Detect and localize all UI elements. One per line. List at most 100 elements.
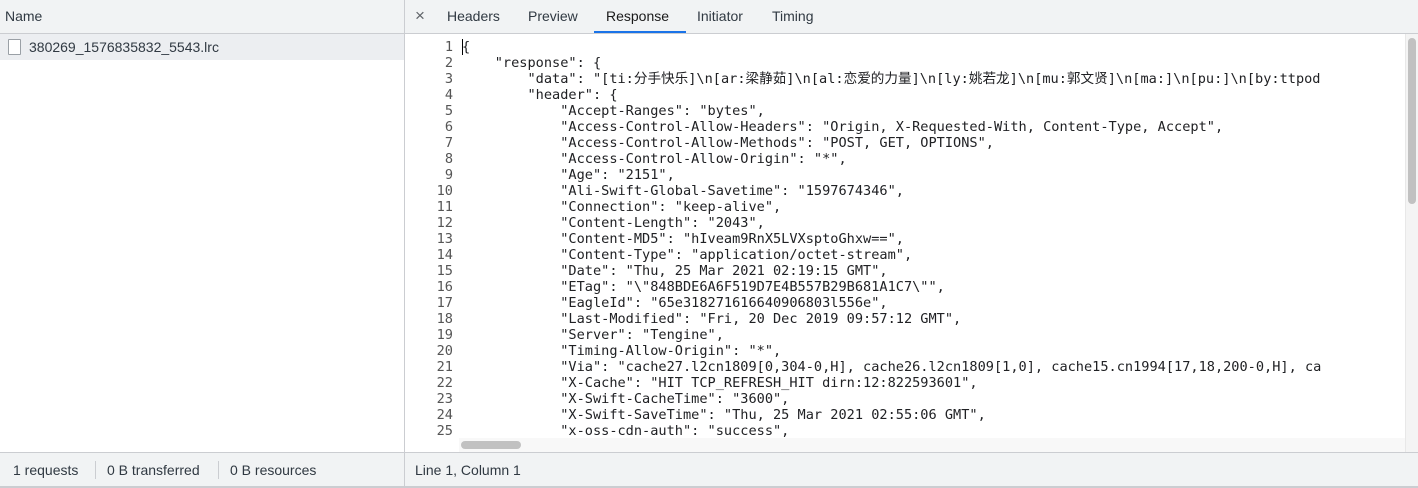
line-number: 23 — [436, 391, 453, 407]
resources-size: 0 B resources — [230, 462, 317, 478]
requests-count: 1 requests — [13, 462, 79, 478]
code-text: "Timing-Allow-Origin": "*", — [462, 343, 782, 359]
code-line: 7 "Access-Control-Allow-Methods": "POST,… — [405, 135, 1405, 151]
line-number: 19 — [436, 327, 453, 343]
request-name: 380269_1576835832_5543.lrc — [29, 39, 219, 55]
network-summary-bar: 1 requests 0 B transferred 0 B resources — [0, 452, 404, 487]
code-line: 9 "Age": "2151", — [405, 167, 1405, 183]
code-text: "Via": "cache27.l2cn1809[0,304-0,H], cac… — [462, 359, 1322, 375]
code-line: 8 "Access-Control-Allow-Origin": "*", — [405, 151, 1405, 167]
line-number: 17 — [436, 295, 453, 311]
horizontal-scrollbar[interactable] — [459, 438, 1405, 452]
code-text: "EagleId": "65e318271616640906803l556e", — [462, 295, 888, 311]
details-tab-bar: × Headers Preview Response Initiator Tim… — [405, 0, 1418, 34]
line-number: 2 — [444, 55, 453, 71]
close-icon[interactable]: × — [415, 6, 425, 26]
code-text: "Access-Control-Allow-Methods": "POST, G… — [462, 135, 994, 151]
divider — [95, 461, 96, 479]
tab-timing[interactable]: Timing — [772, 8, 814, 24]
line-number: 5 — [444, 103, 453, 119]
code-line: 10 "Ali-Swift-Global-Savetime": "1597674… — [405, 183, 1405, 199]
code-text: "X-Swift-CacheTime": "3600", — [462, 391, 790, 407]
cursor-position: Line 1, Column 1 — [415, 462, 521, 478]
code-line: 22 "X-Cache": "HIT TCP_REFRESH_HIT dirn:… — [405, 375, 1405, 391]
editor-status-bar: Line 1, Column 1 — [405, 452, 1418, 487]
code-line: 11 "Connection": "keep-alive", — [405, 199, 1405, 215]
line-number: 24 — [436, 407, 453, 423]
code-text: "X-Swift-SaveTime": "Thu, 25 Mar 2021 02… — [462, 407, 986, 423]
line-number: 10 — [436, 183, 453, 199]
code-line: 16 "ETag": "\"848BDE6A6F519D7E4B557B29B6… — [405, 279, 1405, 295]
code-text: "Access-Control-Allow-Origin": "*", — [462, 151, 847, 167]
line-number: 4 — [444, 87, 453, 103]
code-text: "x-oss-cdn-auth": "success", — [462, 423, 790, 438]
line-number: 18 — [436, 311, 453, 327]
line-number: 25 — [436, 423, 453, 438]
code-line: 14 "Content-Type": "application/octet-st… — [405, 247, 1405, 263]
code-line: 19 "Server": "Tengine", — [405, 327, 1405, 343]
code-text: "Last-Modified": "Fri, 20 Dec 2019 09:57… — [462, 311, 962, 327]
code-line: 18 "Last-Modified": "Fri, 20 Dec 2019 09… — [405, 311, 1405, 327]
line-number: 22 — [436, 375, 453, 391]
horizontal-scroll-thumb[interactable] — [461, 441, 521, 449]
code-text: "Content-Type": "application/octet-strea… — [462, 247, 913, 263]
code-line: 24 "X-Swift-SaveTime": "Thu, 25 Mar 2021… — [405, 407, 1405, 423]
code-text: "Server": "Tengine", — [462, 327, 724, 343]
line-number: 14 — [436, 247, 453, 263]
tab-headers[interactable]: Headers — [447, 8, 500, 24]
code-text: "Ali-Swift-Global-Savetime": "1597674346… — [462, 183, 904, 199]
request-row[interactable]: 380269_1576835832_5543.lrc — [0, 34, 404, 60]
code-line: 1{ — [405, 39, 1405, 55]
tab-response[interactable]: Response — [606, 8, 669, 24]
transferred-size: 0 B transferred — [107, 462, 200, 478]
code-text: "Age": "2151", — [462, 167, 675, 183]
name-column-header[interactable]: Name — [0, 0, 404, 34]
line-number: 16 — [436, 279, 453, 295]
line-number: 1 — [444, 39, 453, 55]
name-column-label: Name — [5, 8, 43, 24]
line-number: 20 — [436, 343, 453, 359]
code-text: "response": { — [462, 55, 602, 71]
line-number: 8 — [444, 151, 453, 167]
line-number: 15 — [436, 263, 453, 279]
line-number: 21 — [436, 359, 453, 375]
code-line: 20 "Timing-Allow-Origin": "*", — [405, 343, 1405, 359]
code-line: 5 "Accept-Ranges": "bytes", — [405, 103, 1405, 119]
code-line: 23 "X-Swift-CacheTime": "3600", — [405, 391, 1405, 407]
request-details-panel: × Headers Preview Response Initiator Tim… — [405, 0, 1418, 488]
line-number: 11 — [436, 199, 453, 215]
code-text: { — [462, 39, 471, 55]
line-number: 13 — [436, 231, 453, 247]
code-line: 25 "x-oss-cdn-auth": "success", — [405, 423, 1405, 438]
code-text: "data": "[ti:分手快乐]\n[ar:梁静茹]\n[al:恋爱的力量]… — [462, 71, 1321, 87]
response-code-viewer[interactable]: 1{2 "response": {3 "data": "[ti:分手快乐]\n[… — [405, 34, 1405, 438]
file-icon — [8, 39, 21, 55]
code-text: "Accept-Ranges": "bytes", — [462, 103, 765, 119]
active-tab-indicator — [594, 31, 686, 33]
code-text: "Content-MD5": "hIveam9RnX5LVXsptoGhxw==… — [462, 231, 904, 247]
code-text: "Connection": "keep-alive", — [462, 199, 782, 215]
request-list-panel: Name 380269_1576835832_5543.lrc 1 reques… — [0, 0, 405, 488]
line-number: 12 — [436, 215, 453, 231]
code-text: "Date": "Thu, 25 Mar 2021 02:19:15 GMT", — [462, 263, 888, 279]
code-text: "X-Cache": "HIT TCP_REFRESH_HIT dirn:12:… — [462, 375, 978, 391]
code-line: 12 "Content-Length": "2043", — [405, 215, 1405, 231]
code-text: "Access-Control-Allow-Headers": "Origin,… — [462, 119, 1224, 135]
code-line: 13 "Content-MD5": "hIveam9RnX5LVXsptoGhx… — [405, 231, 1405, 247]
tab-preview[interactable]: Preview — [528, 8, 578, 24]
code-line: 3 "data": "[ti:分手快乐]\n[ar:梁静茹]\n[al:恋爱的力… — [405, 71, 1405, 87]
code-line: 2 "response": { — [405, 55, 1405, 71]
code-line: 17 "EagleId": "65e318271616640906803l556… — [405, 295, 1405, 311]
tab-initiator[interactable]: Initiator — [697, 8, 743, 24]
code-line: 21 "Via": "cache27.l2cn1809[0,304-0,H], … — [405, 359, 1405, 375]
line-number: 6 — [444, 119, 453, 135]
line-number: 3 — [444, 71, 453, 87]
code-line: 4 "header": { — [405, 87, 1405, 103]
code-line: 6 "Access-Control-Allow-Headers": "Origi… — [405, 119, 1405, 135]
code-text: "Content-Length": "2043", — [462, 215, 765, 231]
code-text: "ETag": "\"848BDE6A6F519D7E4B557B29B681A… — [462, 279, 945, 295]
divider — [218, 461, 219, 479]
vertical-scroll-thumb[interactable] — [1408, 38, 1416, 204]
code-text: "header": { — [462, 87, 618, 103]
line-number: 7 — [444, 135, 453, 151]
